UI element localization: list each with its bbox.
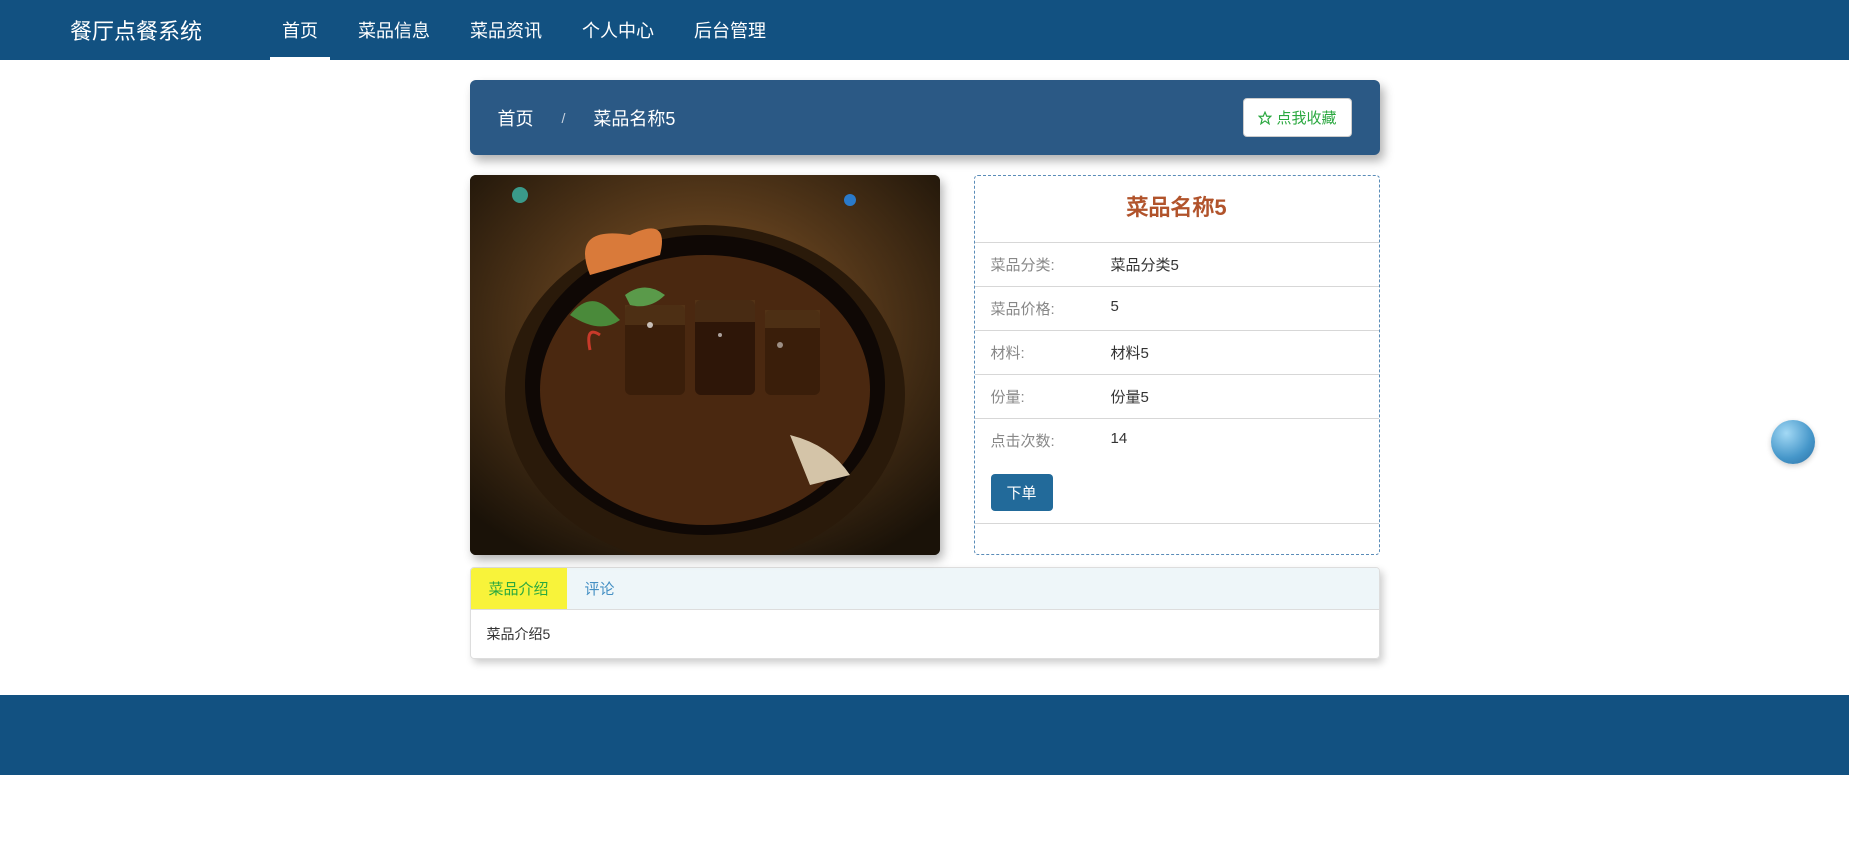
footer <box>0 695 1849 775</box>
info-label: 点击次数: <box>991 430 1111 451</box>
nav-profile[interactable]: 个人中心 <box>562 0 674 60</box>
info-label: 材料: <box>991 342 1111 363</box>
breadcrumb-separator: / <box>562 110 566 126</box>
favorite-label: 点我收藏 <box>1276 107 1336 128</box>
breadcrumb-current: 菜品名称5 <box>593 105 675 131</box>
info-value: 14 <box>1111 430 1128 451</box>
tab-content: 菜品介绍5 <box>471 610 1379 658</box>
nav-dish-news[interactable]: 菜品资讯 <box>450 0 562 60</box>
tabs-header: 菜品介绍 评论 <box>471 568 1379 610</box>
breadcrumb: 首页 / 菜品名称5 <box>498 105 676 131</box>
breadcrumb-home[interactable]: 首页 <box>498 105 534 131</box>
float-globe-button[interactable] <box>1771 420 1815 464</box>
info-label: 菜品价格: <box>991 298 1111 319</box>
order-row: 下单 <box>975 462 1379 524</box>
info-row-clicks: 点击次数: 14 <box>975 418 1379 462</box>
info-row-portion: 份量: 份量5 <box>975 374 1379 418</box>
info-row-ingredients: 材料: 材料5 <box>975 330 1379 374</box>
order-button[interactable]: 下单 <box>991 474 1053 511</box>
star-icon <box>1258 111 1272 125</box>
navbar: 餐厅点餐系统 首页 菜品信息 菜品资讯 个人中心 后台管理 <box>0 0 1849 60</box>
breadcrumb-bar: 首页 / 菜品名称5 点我收藏 <box>470 80 1380 155</box>
content-row: 菜品名称5 菜品分类: 菜品分类5 菜品价格: 5 材料: 材料5 份量: 份量… <box>470 175 1380 555</box>
nav-dish-info[interactable]: 菜品信息 <box>338 0 450 60</box>
info-value: 5 <box>1111 298 1119 319</box>
tab-comments[interactable]: 评论 <box>567 568 633 609</box>
info-value: 材料5 <box>1111 342 1149 363</box>
info-panel: 菜品名称5 菜品分类: 菜品分类5 菜品价格: 5 材料: 材料5 份量: 份量… <box>974 175 1380 555</box>
info-label: 份量: <box>991 386 1111 407</box>
info-row-category: 菜品分类: 菜品分类5 <box>975 242 1379 286</box>
info-row-price: 菜品价格: 5 <box>975 286 1379 330</box>
info-table: 菜品分类: 菜品分类5 菜品价格: 5 材料: 材料5 份量: 份量5 点击次数… <box>975 242 1379 524</box>
info-value: 菜品分类5 <box>1111 254 1179 275</box>
dish-title: 菜品名称5 <box>975 190 1379 222</box>
app-title: 餐厅点餐系统 <box>70 14 202 46</box>
info-label: 菜品分类: <box>991 254 1111 275</box>
favorite-button[interactable]: 点我收藏 <box>1243 98 1351 137</box>
nav-menu: 首页 菜品信息 菜品资讯 个人中心 后台管理 <box>262 0 786 60</box>
tab-description[interactable]: 菜品介绍 <box>471 568 567 609</box>
dish-image <box>470 175 940 555</box>
info-value: 份量5 <box>1111 386 1149 407</box>
tabs-section: 菜品介绍 评论 菜品介绍5 <box>470 567 1380 659</box>
nav-admin[interactable]: 后台管理 <box>674 0 786 60</box>
nav-home[interactable]: 首页 <box>262 0 338 60</box>
